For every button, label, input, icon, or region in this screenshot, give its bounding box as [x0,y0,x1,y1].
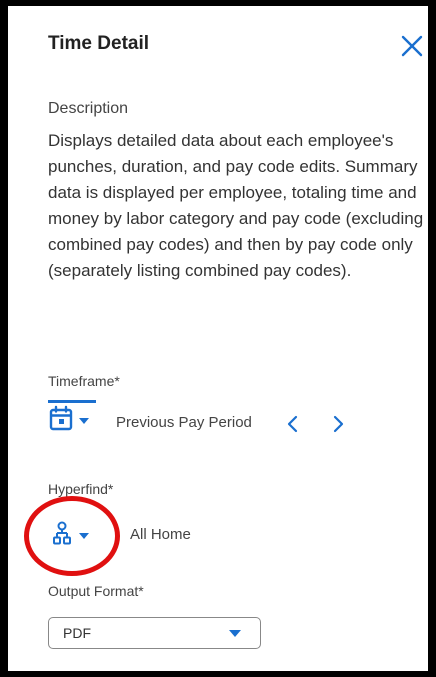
description-text: Displays detailed data about each employ… [48,131,424,280]
next-period-button[interactable] [328,412,348,436]
panel-title: Time Detail [48,33,150,54]
output-format-select[interactable]: PDF [48,617,261,649]
timeframe-label: Timeframe* [48,373,120,389]
timeframe-value: Previous Pay Period [116,414,252,431]
close-icon [401,35,423,57]
panel-frame: Time Detail Description Displays detaile… [0,0,436,677]
output-format-value: PDF [63,625,91,641]
output-format-label: Output Format* [48,583,144,599]
chevron-down-icon [79,418,89,424]
timeframe-picker-button[interactable] [48,400,98,440]
hyperfind-picker-button[interactable] [52,520,114,550]
description-label: Description [48,100,129,117]
chevron-down-icon [229,630,241,637]
chevron-down-icon [79,533,89,539]
hyperfind-value: All Home [130,526,191,543]
chevron-right-icon [333,415,344,433]
previous-period-button[interactable] [283,412,303,436]
hyperfind-label: Hyperfind* [48,481,114,497]
chevron-left-icon [287,415,298,433]
calendar-icon [49,405,89,431]
hierarchy-icon [53,521,89,545]
close-button[interactable] [399,33,425,59]
